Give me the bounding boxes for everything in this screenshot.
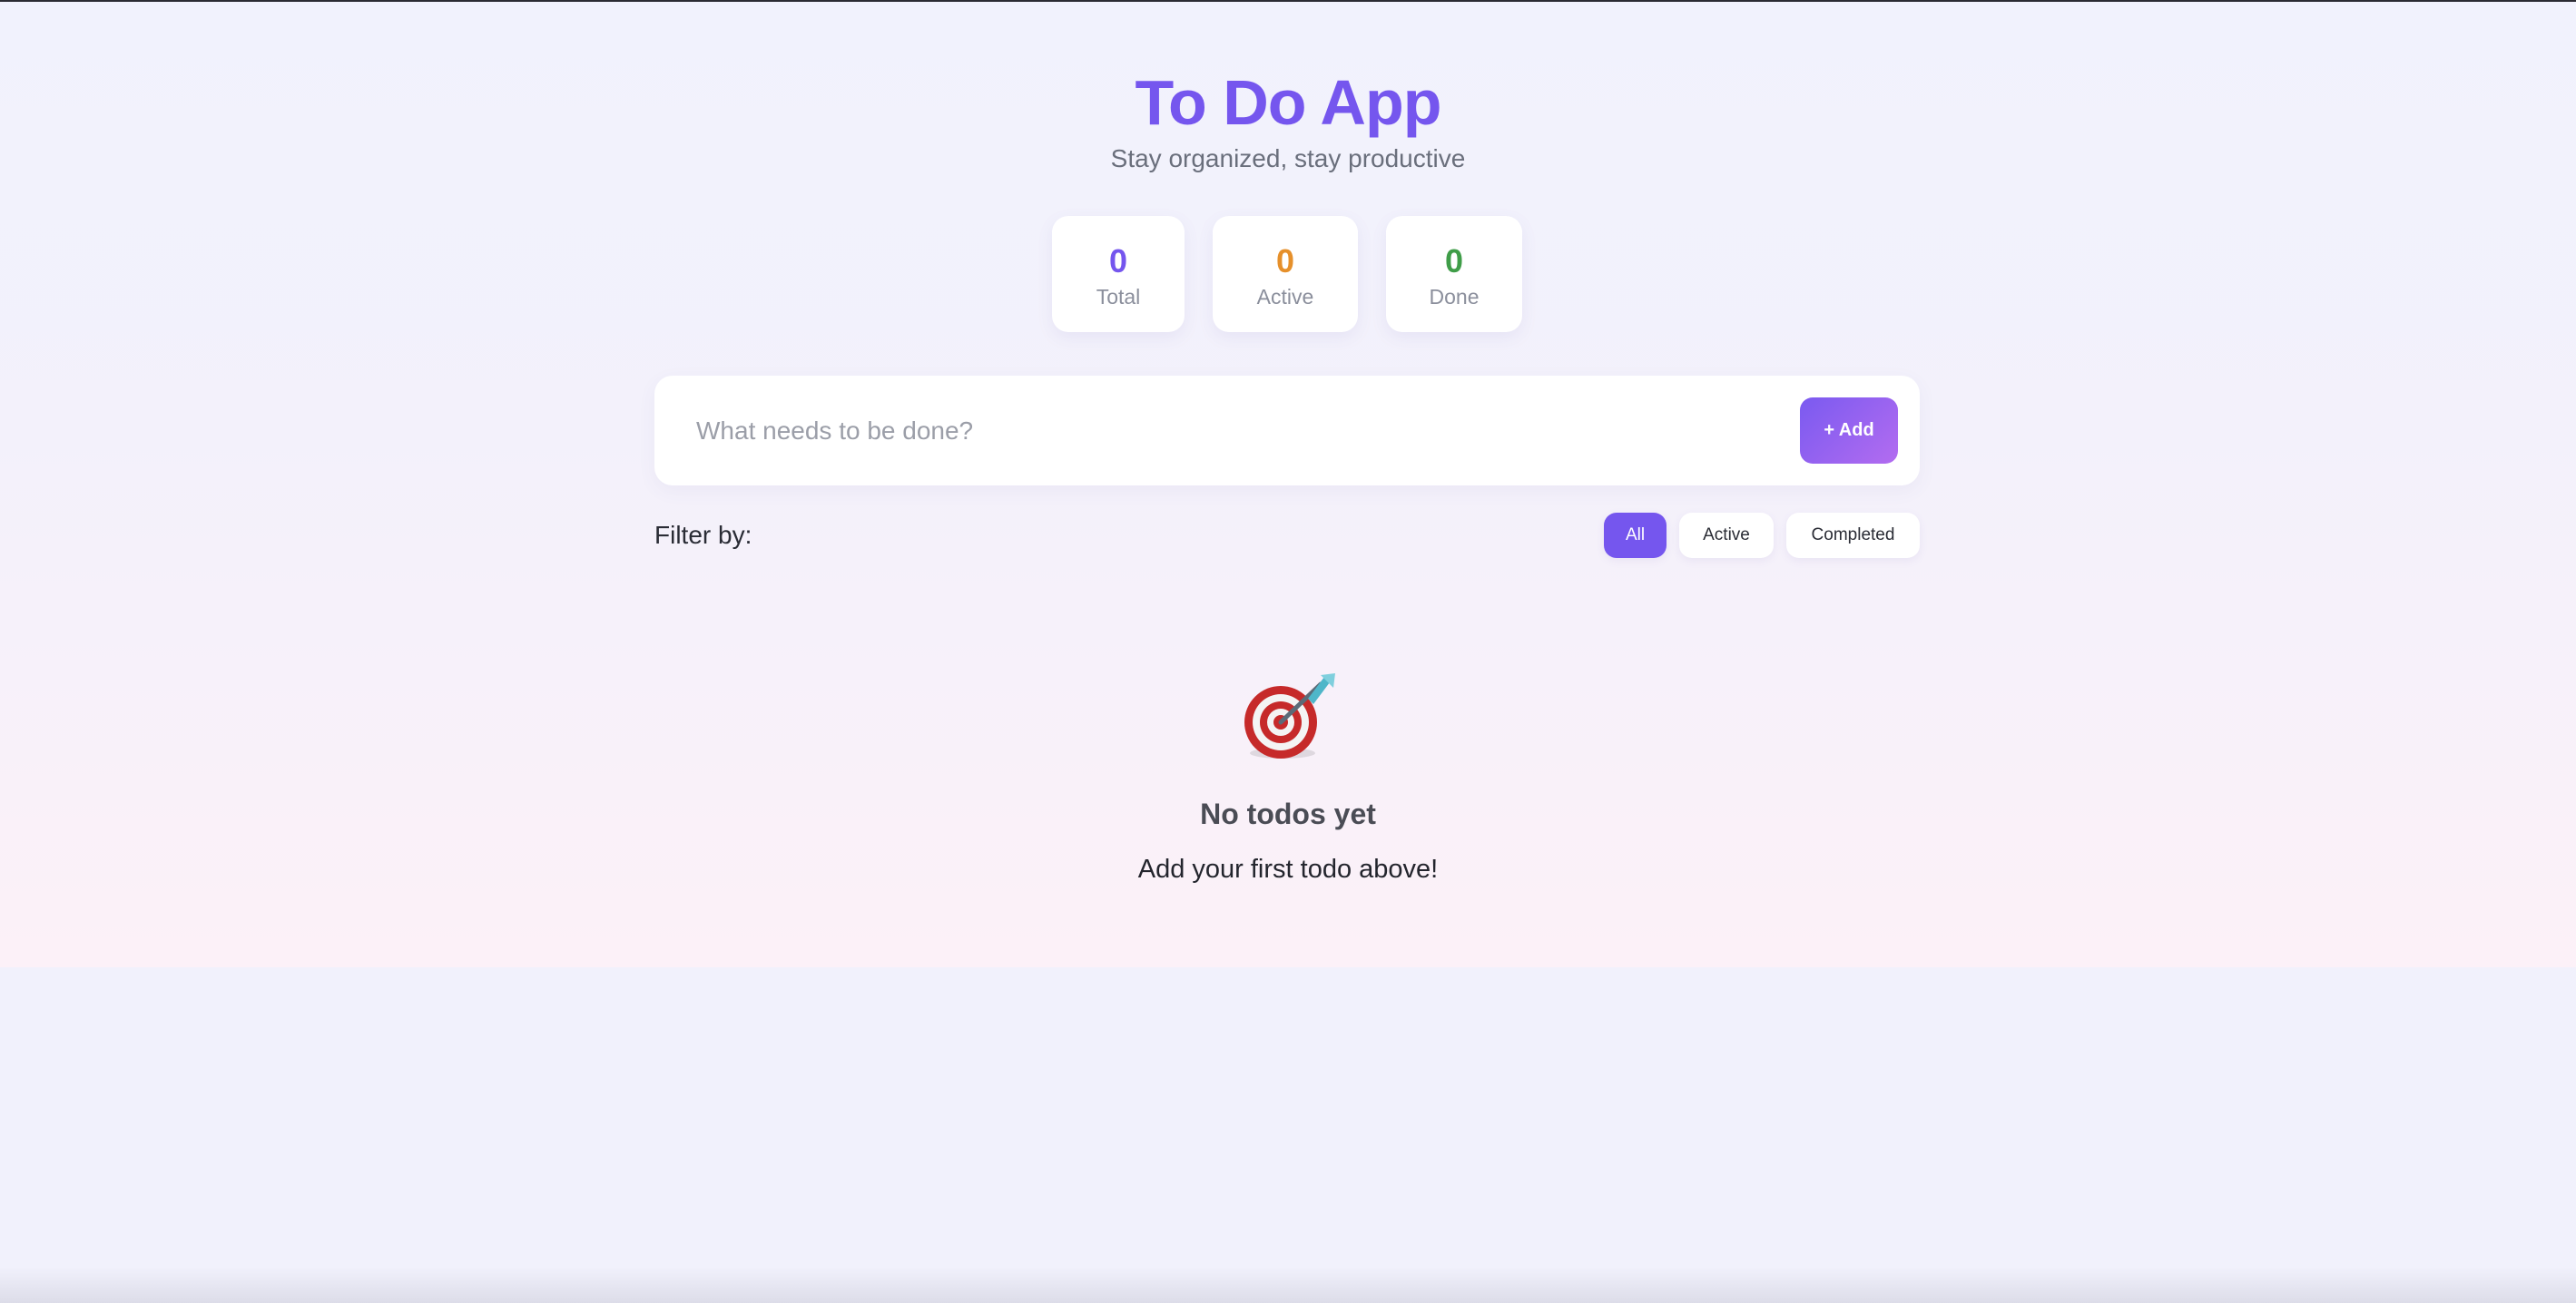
todo-input[interactable] bbox=[694, 403, 1787, 459]
stat-active-label: Active bbox=[1256, 285, 1314, 309]
stat-total-value: 0 bbox=[1108, 242, 1128, 279]
dart-target-icon bbox=[1244, 673, 1335, 759]
filter-all-button[interactable]: All bbox=[1604, 513, 1667, 558]
add-button[interactable]: + Add bbox=[1800, 397, 1898, 464]
bottom-shadow bbox=[0, 1267, 2576, 1303]
stat-card-done: 0 Done bbox=[1386, 216, 1522, 332]
add-todo-form: + Add bbox=[654, 376, 1920, 485]
stat-done-value: 0 bbox=[1444, 242, 1464, 279]
filter-active-button[interactable]: Active bbox=[1679, 513, 1774, 558]
page-subtitle: Stay organized, stay productive bbox=[1110, 144, 1466, 172]
empty-state-message: Add your first todo above! bbox=[1137, 855, 1439, 884]
stat-card-total: 0 Total bbox=[1052, 216, 1185, 332]
empty-state-title: No todos yet bbox=[1200, 798, 1376, 830]
page-title: To Do App bbox=[1135, 67, 1441, 138]
filter-completed-button[interactable]: Completed bbox=[1786, 513, 1920, 558]
filter-label: Filter by: bbox=[654, 521, 752, 549]
stat-card-active: 0 Active bbox=[1213, 216, 1358, 332]
stat-total-label: Total bbox=[1096, 285, 1141, 309]
stat-done-label: Done bbox=[1429, 285, 1480, 309]
stat-active-value: 0 bbox=[1275, 242, 1295, 279]
